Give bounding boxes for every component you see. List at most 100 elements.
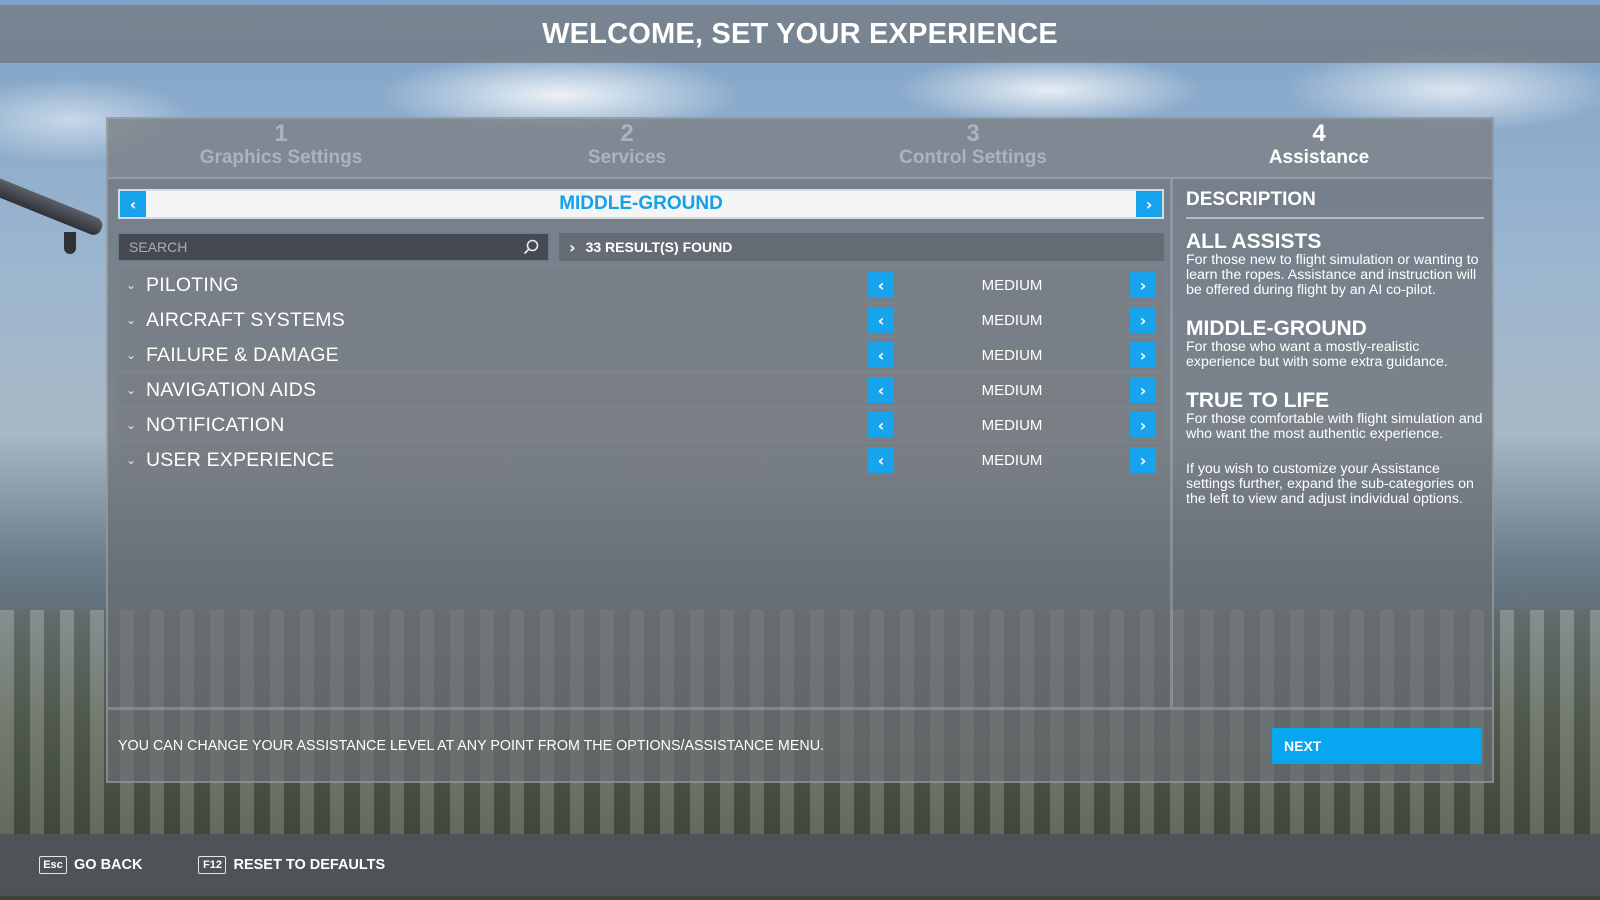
search-row: › 33 RESULT(S) FOUND [118, 233, 1164, 261]
step-graphics-settings[interactable]: 1 Graphics Settings [108, 119, 454, 177]
go-back-button[interactable]: Esc GO BACK [39, 856, 142, 874]
level-value: MEDIUM [981, 311, 1043, 329]
category-name: FAILURE & DAMAGE [146, 343, 339, 366]
step-assistance[interactable]: 4 Assistance [1146, 119, 1492, 177]
description-section-title: TRUE TO LIFE [1186, 389, 1330, 412]
preset-next-button[interactable]: › [1135, 191, 1162, 217]
preset-selector: ‹ MIDDLE-GROUND › [118, 189, 1164, 219]
search-box [118, 233, 549, 261]
level-selector: ‹ MEDIUM › [868, 307, 1156, 333]
category-row-failure-damage[interactable]: ⌄ FAILURE & DAMAGE ‹ MEDIUM › [118, 339, 1164, 371]
step-number: 1 [274, 120, 288, 147]
search-icon[interactable] [522, 238, 540, 256]
level-prev-button[interactable]: ‹ [868, 307, 894, 333]
category-list: ⌄ PILOTING ‹ MEDIUM › ⌄ AIRCRAFT SYSTEMS… [118, 269, 1164, 479]
step-number: 2 [620, 120, 634, 147]
level-selector: ‹ MEDIUM › [868, 342, 1156, 368]
level-value: MEDIUM [981, 451, 1043, 469]
level-next-button[interactable]: › [1129, 342, 1156, 368]
description-extra: If you wish to customize your Assistance… [1186, 461, 1474, 507]
aircraft-wing [0, 175, 105, 238]
level-prev-button[interactable]: ‹ [868, 412, 894, 438]
category-row-notification[interactable]: ⌄ NOTIFICATION ‹ MEDIUM › [118, 409, 1164, 441]
chevron-left-icon: ‹ [129, 194, 137, 214]
level-value: MEDIUM [981, 416, 1043, 434]
preset-title: MIDDLE-GROUND [559, 193, 723, 214]
description-section-text: For those new to flight simulation or wa… [1186, 252, 1479, 298]
chevron-down-icon[interactable]: ⌄ [118, 383, 144, 397]
level-prev-button[interactable]: ‹ [868, 342, 894, 368]
level-prev-button[interactable]: ‹ [868, 447, 894, 473]
preset-prev-button[interactable]: ‹ [120, 191, 146, 217]
chevron-right-icon: › [1139, 380, 1147, 400]
results-count: › 33 RESULT(S) FOUND [559, 233, 1164, 261]
description-section-text: For those comfortable with flight simula… [1186, 411, 1483, 442]
chevron-down-icon[interactable]: ⌄ [118, 453, 144, 467]
level-next-button[interactable]: › [1129, 307, 1156, 333]
chevron-right-icon: › [1139, 345, 1147, 365]
category-name: NOTIFICATION [146, 413, 285, 436]
chevron-right-icon: › [1139, 275, 1147, 295]
level-prev-button[interactable]: ‹ [868, 272, 894, 298]
chevron-right-icon: › [1139, 450, 1147, 470]
level-next-button[interactable]: › [1129, 272, 1156, 298]
chevron-right-icon: › [1139, 310, 1147, 330]
level-selector: ‹ MEDIUM › [868, 377, 1156, 403]
level-value: MEDIUM [981, 346, 1043, 364]
assistance-settings: ‹ MIDDLE-GROUND › › 33 RESULT(S) FOUND [118, 189, 1164, 705]
category-name: NAVIGATION AIDS [146, 378, 317, 401]
description-section-text: For those who want a mostly-realistic ex… [1186, 339, 1448, 370]
step-tabs: 1 Graphics Settings 2 Services 3 Control… [108, 119, 1492, 179]
chevron-left-icon: ‹ [877, 275, 885, 295]
page-title: WELCOME, SET YOUR EXPERIENCE [542, 17, 1058, 50]
footer-bar: Esc GO BACK F12 RESET TO DEFAULTS [0, 834, 1600, 896]
panel-footer: YOU CAN CHANGE YOUR ASSISTANCE LEVEL AT … [108, 707, 1492, 781]
step-number: 4 [1312, 120, 1326, 147]
step-services[interactable]: 2 Services [454, 119, 800, 177]
chevron-right-icon: › [569, 237, 576, 257]
chevron-down-icon[interactable]: ⌄ [118, 418, 144, 432]
description-heading: DESCRIPTION [1186, 189, 1484, 219]
next-button[interactable]: NEXT [1272, 727, 1482, 764]
header-bar: WELCOME, SET YOUR EXPERIENCE [0, 5, 1600, 63]
reset-defaults-label: RESET TO DEFAULTS [233, 857, 386, 873]
go-back-label: GO BACK [74, 857, 143, 873]
category-name: AIRCRAFT SYSTEMS [146, 308, 345, 331]
level-next-button[interactable]: › [1129, 447, 1156, 473]
category-name: USER EXPERIENCE [146, 448, 335, 471]
assistance-notice: YOU CAN CHANGE YOUR ASSISTANCE LEVEL AT … [118, 737, 824, 754]
f12-key-icon: F12 [198, 856, 227, 874]
chevron-left-icon: ‹ [877, 345, 885, 365]
level-value: MEDIUM [981, 276, 1043, 294]
description-panel: DESCRIPTION ALL ASSISTS For those new to… [1170, 179, 1494, 707]
level-next-button[interactable]: › [1129, 412, 1156, 438]
chevron-left-icon: ‹ [877, 415, 885, 435]
level-selector: ‹ MEDIUM › [868, 412, 1156, 438]
level-selector: ‹ MEDIUM › [868, 447, 1156, 473]
esc-key-icon: Esc [39, 856, 67, 874]
category-row-user-experience[interactable]: ⌄ USER EXPERIENCE ‹ MEDIUM › [118, 444, 1164, 476]
level-next-button[interactable]: › [1129, 377, 1156, 403]
step-label: Assistance [1268, 147, 1370, 168]
category-name: PILOTING [146, 273, 239, 296]
chevron-down-icon[interactable]: ⌄ [118, 278, 144, 292]
category-row-piloting[interactable]: ⌄ PILOTING ‹ MEDIUM › [118, 269, 1164, 301]
step-label: Services [587, 147, 667, 168]
level-prev-button[interactable]: ‹ [868, 377, 894, 403]
level-selector: ‹ MEDIUM › [868, 272, 1156, 298]
chevron-left-icon: ‹ [877, 450, 885, 470]
step-label: Control Settings [899, 147, 1047, 168]
chevron-down-icon[interactable]: ⌄ [118, 313, 144, 327]
step-number: 3 [966, 120, 980, 147]
reset-defaults-button[interactable]: F12 RESET TO DEFAULTS [198, 856, 385, 874]
search-input[interactable] [129, 239, 509, 255]
step-control-settings[interactable]: 3 Control Settings [800, 119, 1146, 177]
chevron-left-icon: ‹ [877, 380, 885, 400]
chevron-down-icon[interactable]: ⌄ [118, 348, 144, 362]
category-row-navigation-aids[interactable]: ⌄ NAVIGATION AIDS ‹ MEDIUM › [118, 374, 1164, 406]
aircraft-wing-tip [64, 232, 76, 254]
description-section-title: ALL ASSISTS [1186, 230, 1322, 253]
results-text: 33 RESULT(S) FOUND [585, 239, 733, 255]
setup-panel: 1 Graphics Settings 2 Services 3 Control… [106, 117, 1494, 783]
category-row-aircraft-systems[interactable]: ⌄ AIRCRAFT SYSTEMS ‹ MEDIUM › [118, 304, 1164, 336]
